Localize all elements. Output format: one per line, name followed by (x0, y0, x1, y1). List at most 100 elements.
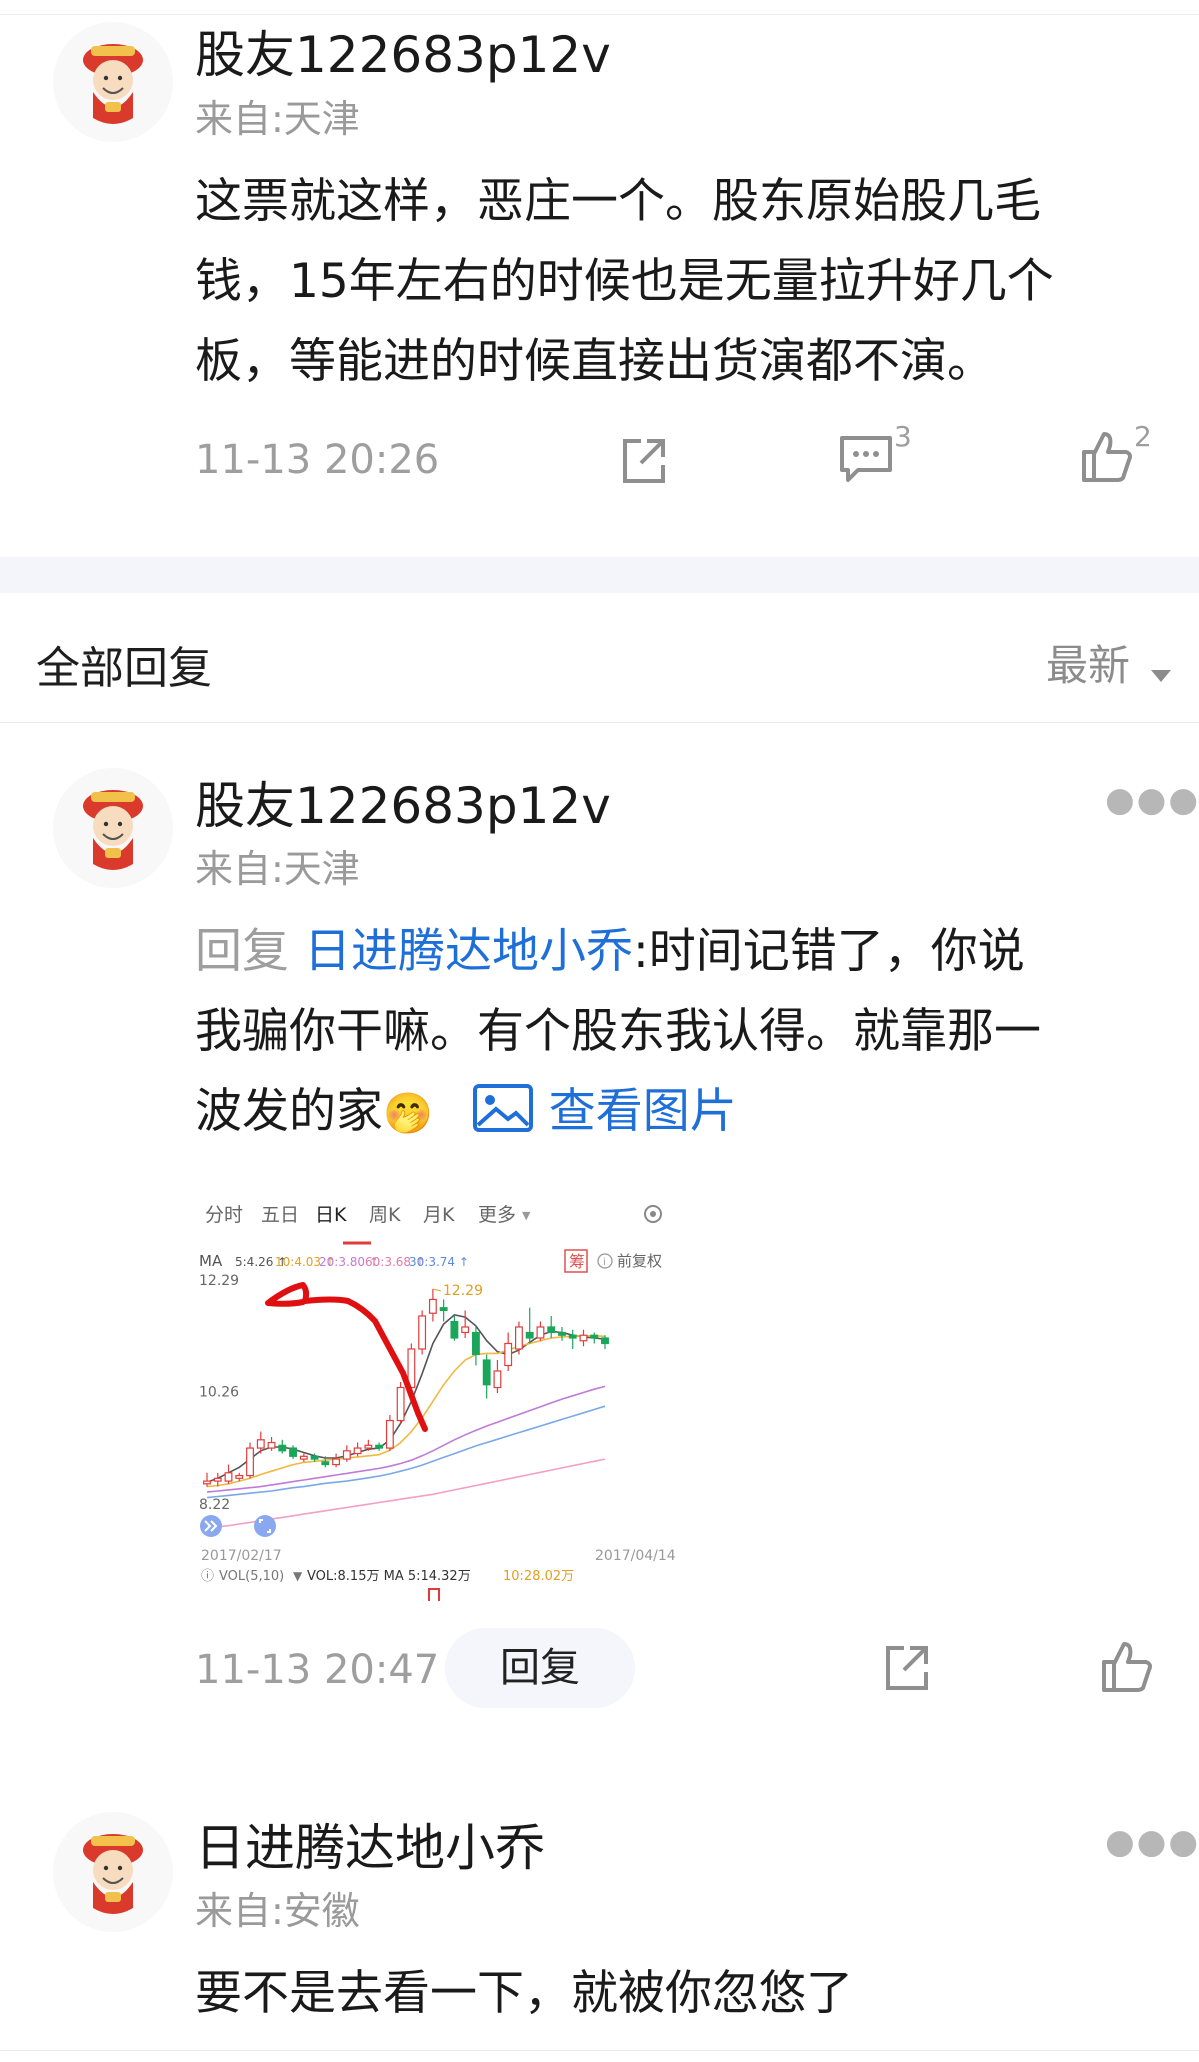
view-image-link[interactable]: 查看图片 (472, 1084, 737, 1139)
ma-label: MA (199, 1252, 223, 1270)
chart-tab[interactable]: 分时 (205, 1204, 243, 1226)
y-tick: 8.22 (199, 1497, 230, 1513)
reply-body: 回复 日进腾达地小乔:时间记错了，你说 我骗你干嘛。有个股东我认得。就靠那一 波… (195, 912, 1175, 1154)
comment-icon (840, 436, 892, 482)
comment-button[interactable]: 3 (838, 420, 912, 488)
top-divider (0, 0, 1199, 15)
peak-pointer (432, 1288, 442, 1292)
candle-body (558, 1331, 566, 1336)
post-line: 这票就这样，恶庄一个。股东原始股几毛 (195, 174, 1041, 229)
sort-label: 最新 (1046, 641, 1131, 690)
y-tick: 10.26 (199, 1385, 239, 1401)
caishen-avatar-icon (53, 1812, 173, 1932)
stock-chart-image[interactable]: 分时 五日 日K 周K 月K 更多 ▼ MA 5:4.26 ↑ 10:4.03 ↑ 20:3.80… (193, 1183, 681, 1603)
collapse-icon[interactable] (200, 1515, 222, 1537)
chart-tab[interactable]: 周K (369, 1204, 401, 1226)
candle-body (342, 1450, 351, 1460)
svg-text:i: i (603, 1257, 606, 1268)
reply-author[interactable]: 股友122683p12v (195, 776, 611, 836)
post-time: 11-13 20:26 (195, 437, 440, 483)
chart-tab[interactable]: 更多 (478, 1204, 516, 1226)
candle-body (375, 1444, 384, 1449)
candle-body (256, 1439, 265, 1449)
caishen-avatar-icon (53, 768, 173, 888)
reply-time: 11-13 20:47 (195, 1647, 440, 1693)
candle-body (504, 1342, 513, 1367)
restore-label[interactable]: 前复权 (617, 1252, 662, 1270)
candle-body (579, 1334, 588, 1342)
chart-tab[interactable]: 月K (423, 1204, 455, 1226)
y-tick: 12.29 (199, 1273, 239, 1289)
ma-line (206, 1405, 606, 1499)
candle-body (439, 1307, 448, 1312)
thumb-up-icon (1082, 432, 1132, 482)
candle-body (203, 1480, 211, 1485)
like-button[interactable] (1100, 1640, 1154, 1698)
candle-body (396, 1386, 405, 1422)
candle-body (471, 1331, 480, 1356)
fullscreen-icon[interactable] (254, 1515, 276, 1537)
candle-body (450, 1320, 459, 1339)
divider (0, 722, 1199, 723)
comment-count: 3 (894, 420, 912, 453)
candle-body (353, 1447, 362, 1455)
thumb-up-icon (1102, 1642, 1152, 1692)
reply-text: :时间记错了，你说 (632, 924, 1025, 979)
reply-text: 要不是去看一下，就被你忽悠了 (195, 1966, 853, 2021)
more-options-icon[interactable]: ●●● (1105, 1822, 1199, 1862)
more-options-icon[interactable]: ●●● (1105, 780, 1199, 820)
vol-values: VOL:8.15万 MA 5:14.32万 (307, 1569, 471, 1584)
settings-icon[interactable] (644, 1205, 662, 1223)
chart-tab[interactable]: 日K (315, 1204, 347, 1226)
like-button[interactable]: 2 (1080, 420, 1152, 488)
sort-dropdown[interactable]: 最新 (1046, 632, 1173, 693)
replies-title: 全部回复 (36, 643, 212, 694)
candle-body (385, 1419, 394, 1449)
section-separator (0, 557, 1199, 593)
vol-label[interactable]: VOL(5,10) (219, 1569, 284, 1584)
candle-body (364, 1444, 373, 1449)
x-axis-label: 2017/02/17 (201, 1548, 282, 1564)
peak-label: 12.29 (443, 1283, 483, 1299)
candle-body (289, 1447, 297, 1457)
reply-source: 来自:安徽 (195, 1889, 360, 1933)
kline-chart: 分时 五日 日K 周K 月K 更多 ▼ MA 5:4.26 ↑10:4.03 ↑20:3.80… (199, 1204, 676, 1601)
avatar[interactable] (53, 768, 173, 888)
avatar[interactable] (53, 22, 173, 142)
caishen-avatar-icon (53, 22, 173, 142)
reply-prefix: 回复 (195, 924, 289, 979)
ma-label: 30:3.74 ↑ (409, 1255, 469, 1269)
reply-button[interactable]: 回复 (445, 1628, 635, 1708)
chart-tab[interactable]: 五日 (261, 1204, 299, 1226)
divider (0, 2050, 1199, 2051)
svg-text:ⓘ: ⓘ (201, 1569, 214, 1584)
candle-body (568, 1334, 577, 1339)
like-count: 2 (1134, 420, 1152, 453)
avatar[interactable] (53, 1812, 173, 1932)
post-line: 板，等能进的时候直接出货演都不演。 (195, 334, 994, 389)
reply-line: 波发的家 (195, 1084, 383, 1139)
vol-ma10: 10:28.02万 (503, 1569, 574, 1584)
svg-text:▼: ▼ (293, 1569, 303, 1583)
share-icon (623, 439, 665, 483)
x-axis-label: 2017/04/14 (595, 1548, 676, 1564)
post-source: 来自:天津 (195, 97, 360, 141)
volume-bar (428, 1588, 440, 1601)
share-button[interactable] (617, 435, 669, 491)
candle-body (235, 1474, 244, 1479)
share-button[interactable] (880, 1642, 932, 1698)
mention-link[interactable]: 日进腾达地小乔 (304, 924, 633, 979)
view-image-label: 查看图片 (548, 1084, 737, 1139)
post-author[interactable]: 股友122683p12v (195, 25, 611, 85)
candle-body (461, 1326, 470, 1334)
reply-author[interactable]: 日进腾达地小乔 (195, 1818, 545, 1878)
candle-body (547, 1326, 556, 1334)
ma-line (206, 1385, 606, 1493)
candle-body (246, 1447, 254, 1477)
candle-body (525, 1331, 534, 1339)
candle-body (267, 1441, 276, 1449)
svg-text:▼: ▼ (522, 1209, 531, 1222)
candle-body (321, 1461, 330, 1466)
caret-down-icon (1151, 669, 1172, 682)
emoji: 🤭 (383, 1091, 433, 1137)
